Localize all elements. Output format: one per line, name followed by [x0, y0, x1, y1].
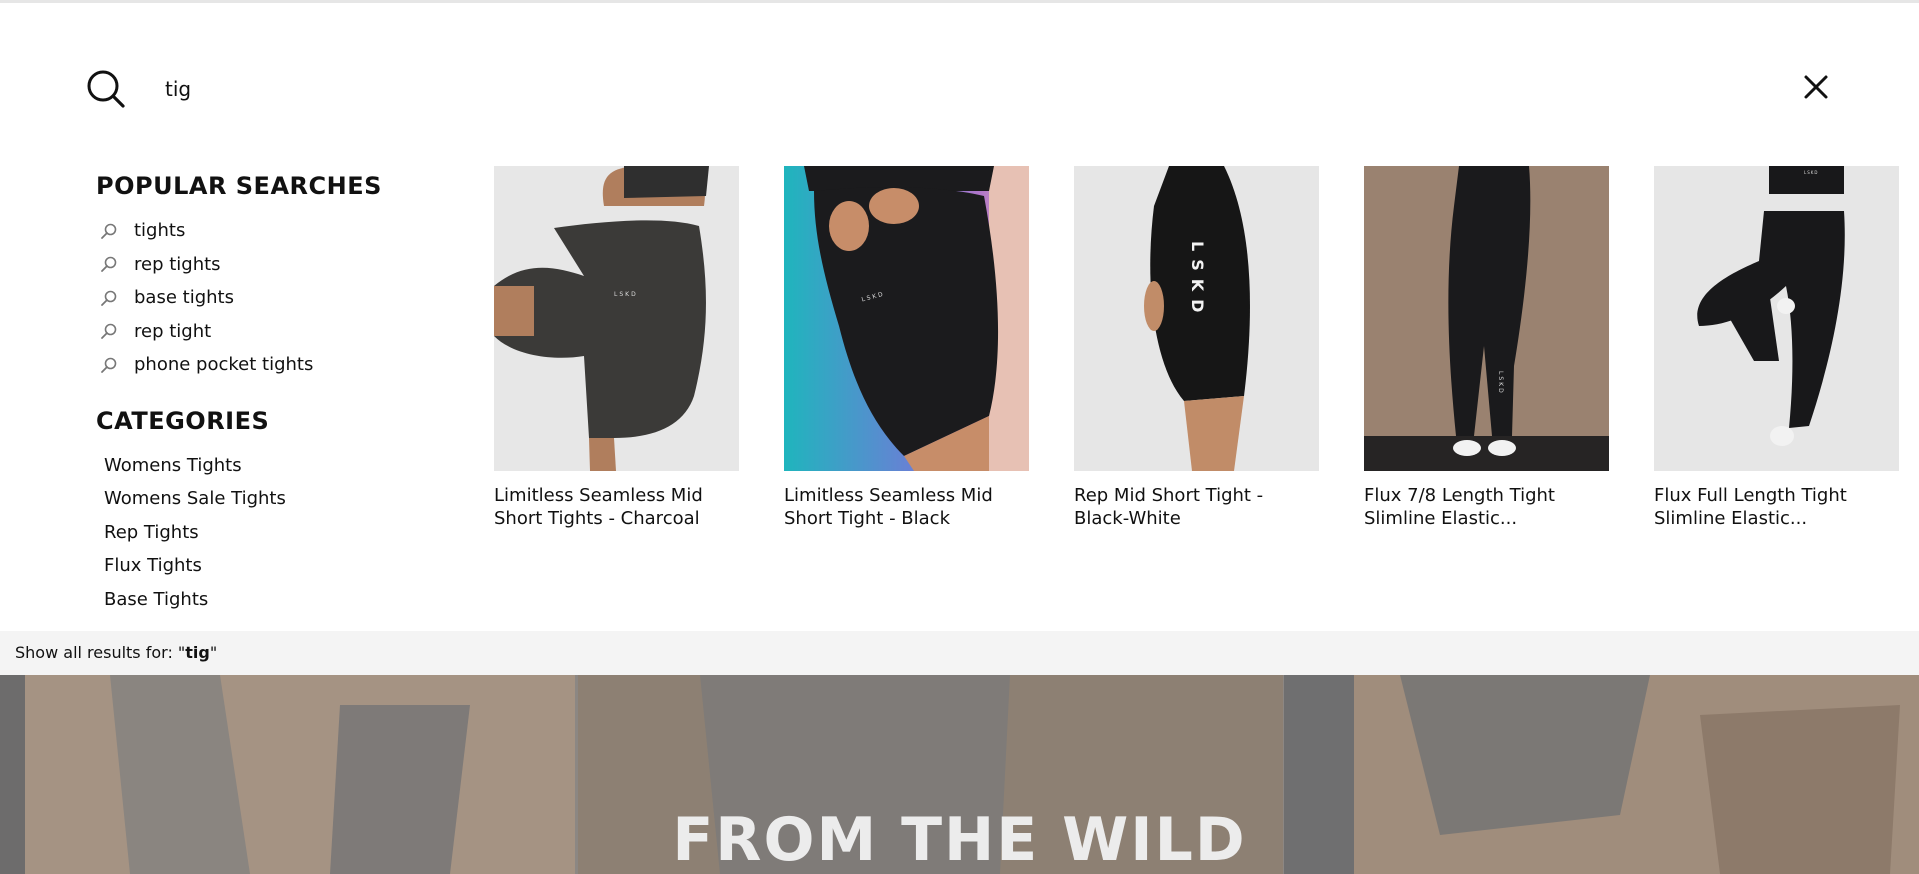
product-name-line: Limitless Seamless Mid — [784, 485, 993, 506]
product-card[interactable]: LSKD Flux Full Length Tight Slimline Ela… — [1654, 166, 1899, 530]
product-name[interactable]: Limitless Seamless Mid Short Tight - Bla… — [784, 484, 1029, 530]
categories-section: CATEGORIES Womens Tights Womens Sale Tig… — [96, 407, 456, 617]
product-name-line: Slimline Elastic... — [1364, 508, 1518, 529]
categories-title: CATEGORIES — [96, 406, 270, 435]
search-icon — [101, 323, 117, 340]
category-link[interactable]: Base Tights — [96, 583, 456, 617]
popular-search-label: rep tights — [134, 253, 221, 275]
product-image[interactable]: LSKD — [494, 166, 739, 471]
popular-search-item[interactable]: rep tights — [96, 248, 456, 282]
product-suggestions: LSKD Limitless Seamless Mid Short Tights… — [494, 166, 1919, 536]
hero-title: FROM THE WILD — [672, 805, 1247, 874]
product-image[interactable]: LSKD — [1654, 166, 1899, 471]
category-link[interactable]: Flux Tights — [96, 549, 456, 583]
search-icon — [101, 290, 117, 306]
product-name-line: Flux 7/8 Length Tight — [1364, 485, 1555, 506]
popular-searches-list: tights rep tights base tights rep tight … — [96, 214, 456, 382]
product-name-line: Rep Mid Short Tight - — [1074, 485, 1264, 506]
popular-search-item[interactable]: tights — [96, 214, 456, 248]
product-card[interactable]: LSKD Limitless Seamless Mid Short Tights… — [494, 166, 739, 530]
popular-search-label: rep tight — [134, 320, 212, 342]
popular-search-item[interactable]: rep tight — [96, 315, 456, 349]
product-card[interactable]: LSKD Flux 7/8 Length Tight Slimline Elas… — [1364, 166, 1609, 530]
popular-search-item[interactable]: phone pocket tights — [96, 348, 456, 382]
product-name-line: Short Tights - Charcoal — [494, 508, 700, 529]
svg-text:LSKD: LSKD — [1188, 241, 1207, 320]
product-name[interactable]: Flux 7/8 Length Tight Slimline Elastic..… — [1364, 484, 1609, 530]
popular-search-item[interactable]: base tights — [96, 281, 456, 315]
categories-list: Womens Tights Womens Sale Tights Rep Tig… — [96, 449, 456, 617]
svg-text:LSKD: LSKD — [1497, 371, 1504, 395]
popular-search-label: tights — [134, 220, 186, 242]
product-name-line: Flux Full Length Tight — [1654, 485, 1847, 506]
search-bar — [0, 3, 1919, 163]
svg-text:LSKD: LSKD — [1804, 170, 1818, 175]
product-card[interactable]: LSKD Limitless Seamless Mid Short Tight … — [784, 166, 1029, 530]
product-name-line: Short Tight - Black — [784, 508, 950, 529]
product-image[interactable]: LSKD — [1074, 166, 1319, 471]
search-icon[interactable] — [86, 69, 126, 109]
show-all-query: tig — [185, 643, 210, 662]
show-all-results-link[interactable]: Show all results for: "tig" — [0, 631, 1919, 675]
product-card[interactable]: LSKD Rep Mid Short Tight - Black-White — [1074, 166, 1319, 530]
svg-text:LSKD: LSKD — [614, 291, 638, 298]
search-icon — [101, 223, 117, 239]
category-link[interactable]: Rep Tights — [96, 516, 456, 550]
product-name-line: Black-White — [1074, 508, 1181, 529]
search-input[interactable] — [165, 73, 1765, 105]
popular-search-label: base tights — [134, 287, 234, 309]
product-name[interactable]: Flux Full Length Tight Slimline Elastic.… — [1654, 484, 1899, 530]
product-name[interactable]: Limitless Seamless Mid Short Tights - Ch… — [494, 484, 739, 530]
popular-search-label: phone pocket tights — [134, 354, 314, 376]
search-icon — [101, 357, 117, 373]
popular-searches-title: POPULAR SEARCHES — [96, 172, 382, 200]
hero-banner: FROM THE WILD — [0, 675, 1919, 874]
product-name-line: Limitless Seamless Mid — [494, 485, 703, 506]
search-icon — [101, 256, 117, 273]
product-name[interactable]: Rep Mid Short Tight - Black-White — [1074, 484, 1319, 530]
category-link[interactable]: Womens Tights — [96, 449, 456, 483]
product-image[interactable]: LSKD — [1364, 166, 1609, 471]
show-all-suffix: " — [209, 643, 218, 662]
category-link[interactable]: Womens Sale Tights — [96, 482, 456, 516]
show-all-prefix: Show all results for: " — [15, 643, 186, 662]
product-name-line: Slimline Elastic... — [1654, 508, 1808, 529]
close-icon[interactable] — [1800, 71, 1832, 103]
suggestions-column: POPULAR SEARCHES tights rep tights base … — [96, 172, 456, 616]
product-image[interactable]: LSKD — [784, 166, 1029, 471]
